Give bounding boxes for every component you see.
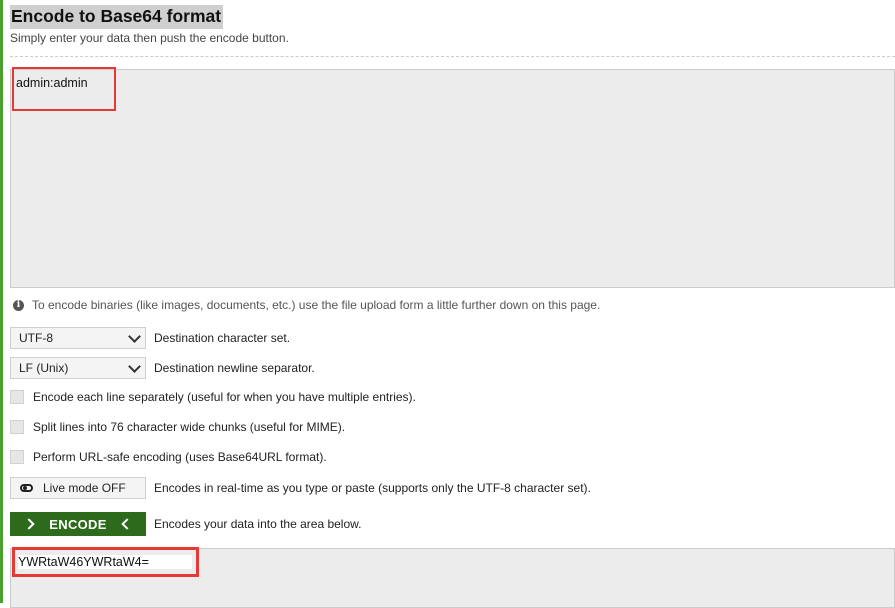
charset-select[interactable]: UTF-8: [10, 327, 146, 349]
chevron-right-icon: [23, 518, 35, 530]
input-textarea[interactable]: admin:admin: [10, 69, 895, 288]
charset-selected-value: UTF-8: [19, 331, 53, 345]
checkbox-row-split-lines: Split lines into 76 character wide chunk…: [10, 420, 345, 434]
checkbox-row-separate-lines: Encode each line separately (useful for …: [10, 390, 416, 404]
divider: [10, 56, 895, 57]
encode-description: Encodes your data into the area below.: [154, 517, 362, 531]
info-line: i To encode binaries (like images, docum…: [13, 298, 600, 312]
live-mode-button[interactable]: Live mode OFF: [10, 477, 146, 499]
newline-row: LF (Unix) Destination newline separator.: [10, 357, 315, 379]
page-title: Encode to Base64 format: [10, 5, 224, 29]
checkbox-row-url-safe: Perform URL-safe encoding (uses Base64UR…: [10, 450, 327, 464]
live-mode-description: Encodes in real-time as you type or past…: [154, 481, 591, 495]
charset-row: UTF-8 Destination character set.: [10, 327, 290, 349]
url-safe-label[interactable]: Perform URL-safe encoding (uses Base64UR…: [33, 450, 327, 464]
newline-select[interactable]: LF (Unix): [10, 357, 146, 379]
encode-row: ENCODE Encodes your data into the area b…: [10, 512, 361, 536]
toggle-icon: [20, 484, 33, 492]
page-left-border: [0, 0, 3, 603]
split-lines-label[interactable]: Split lines into 76 character wide chunk…: [33, 420, 345, 434]
newline-selected-value: LF (Unix): [19, 361, 69, 375]
split-lines-checkbox[interactable]: [10, 420, 24, 434]
chevron-down-icon: [128, 329, 141, 343]
chevron-down-icon: [128, 359, 141, 373]
live-mode-row: Live mode OFF Encodes in real-time as yo…: [10, 477, 591, 499]
info-icon: i: [13, 299, 24, 311]
encode-button-label: ENCODE: [49, 516, 107, 532]
charset-label: Destination character set.: [154, 331, 291, 345]
input-highlight-box: [12, 67, 116, 111]
info-text: To encode binaries (like images, documen…: [32, 298, 601, 312]
url-safe-checkbox[interactable]: [10, 450, 24, 464]
separate-lines-label[interactable]: Encode each line separately (useful for …: [33, 390, 416, 404]
encode-button[interactable]: ENCODE: [10, 512, 146, 536]
newline-label: Destination newline separator.: [154, 361, 315, 375]
page-subtitle: Simply enter your data then push the enc…: [10, 31, 289, 45]
separate-lines-checkbox[interactable]: [10, 390, 24, 404]
live-mode-label: Live mode OFF: [43, 481, 126, 495]
chevron-left-icon: [121, 518, 133, 530]
output-highlight-box: [12, 547, 199, 577]
